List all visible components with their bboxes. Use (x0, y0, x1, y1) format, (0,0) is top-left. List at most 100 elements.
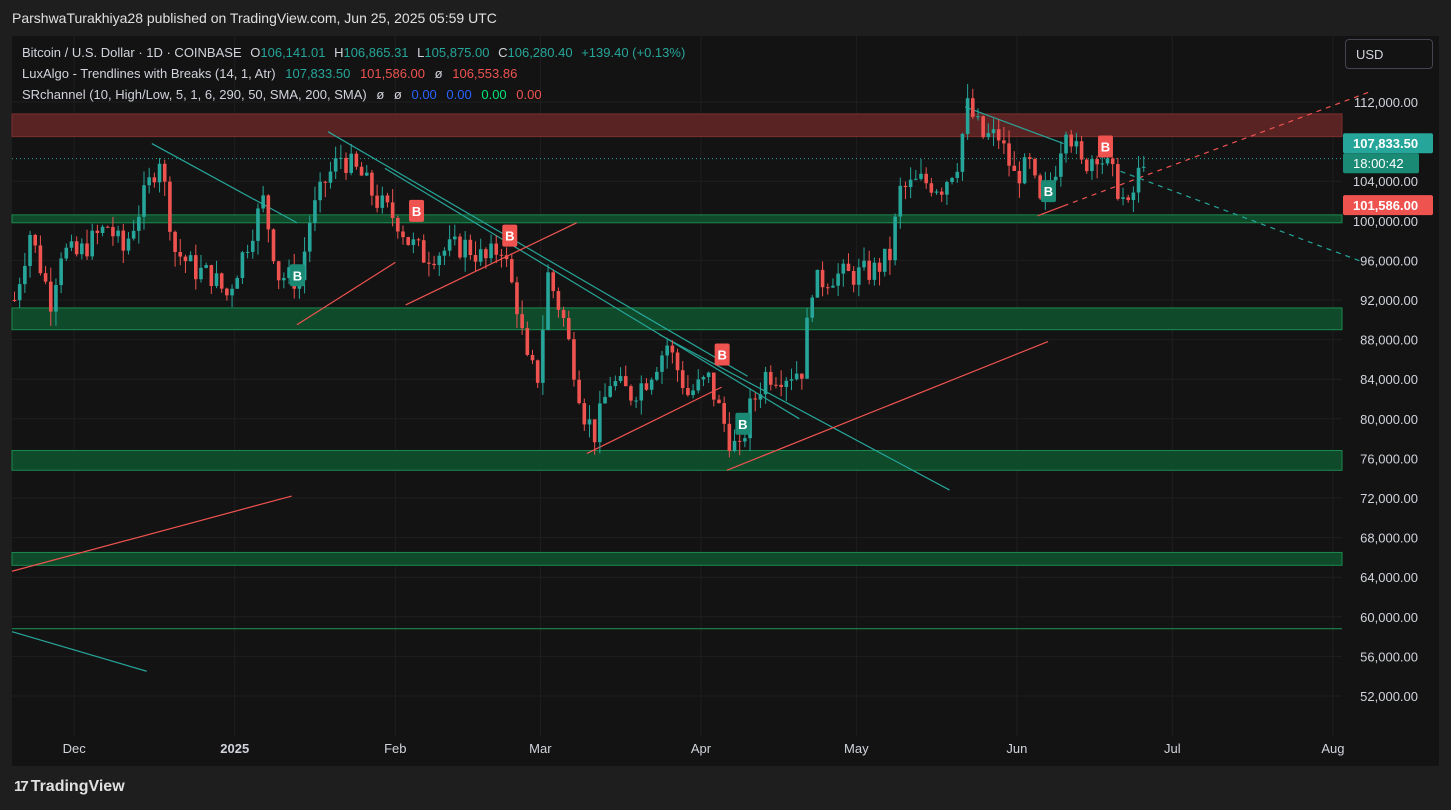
candle-body-up (608, 386, 612, 397)
time-axis-tick-label: Dec (63, 741, 87, 756)
countdown-label: 18:00:42 (1353, 156, 1404, 171)
candle-body-down (768, 371, 773, 385)
candle-body-down (515, 282, 519, 315)
indicator-value-4: 0.00 (446, 87, 472, 102)
candle-body-down (219, 273, 224, 289)
candle-body-down (800, 373, 804, 379)
price-axis-tick-label: 52,000.00 (1360, 689, 1418, 704)
candle-body-down (375, 195, 379, 208)
candle-body-up (587, 419, 592, 425)
candle-body-up (307, 222, 312, 252)
price-axis-tick-label: 100,000.00 (1353, 214, 1418, 229)
candle-body-up (898, 185, 903, 217)
price-axis-tick-label: 76,000.00 (1360, 451, 1418, 466)
price-axis-tick-label: 104,000.00 (1353, 174, 1418, 189)
candle-body-down (996, 129, 1001, 141)
candle-body-up (919, 173, 923, 179)
srchannel-legend[interactable]: SRchannel (10, High/Low, 5, 1, 6, 290, 5… (22, 87, 542, 102)
tradingview-logo[interactable]: 17 TradingView (14, 778, 125, 796)
low-value: 105,875.00 (424, 45, 490, 60)
candle-body-up (955, 171, 960, 178)
candle-body-up (706, 372, 711, 378)
candle-body-down (939, 191, 944, 195)
candle-body-up (318, 181, 322, 201)
candle-body-down (33, 234, 38, 246)
candle-body-down (359, 166, 364, 176)
candle-body-up (743, 438, 747, 442)
candle-body-down (1002, 140, 1006, 144)
break-marker-label: B (738, 417, 747, 432)
candle-body-up (1090, 159, 1094, 172)
candle-body-up (437, 255, 442, 266)
candle-body-down (1069, 134, 1074, 147)
candle-body-down (38, 245, 43, 274)
candle-body-down (173, 231, 177, 253)
price-axis-tick-label: 80,000.00 (1360, 412, 1418, 427)
candle-body-up (541, 329, 545, 383)
candle-body-down (525, 328, 530, 355)
candle-body-up (453, 236, 457, 240)
candle-body-up (1053, 176, 1058, 181)
candle-body-down (168, 181, 172, 232)
candle-body-up (649, 379, 654, 390)
candle-body-down (323, 181, 328, 183)
candle-body-up (613, 381, 618, 387)
candle-body-up (463, 239, 467, 258)
candle-body-down (877, 262, 882, 272)
candle-body-down (354, 153, 359, 167)
time-axis-background[interactable] (12, 736, 1342, 766)
candle-body-down (276, 261, 281, 281)
candle-body-down (774, 384, 778, 386)
candle-body-up (639, 383, 644, 401)
candle-body-down (577, 379, 581, 404)
candle-body-up (945, 182, 949, 195)
candle-body-up (380, 195, 385, 208)
candle-body-up (1022, 157, 1027, 184)
candle-body-up (660, 355, 664, 372)
candle-body-up (872, 262, 877, 280)
candle-body-up (1136, 167, 1141, 193)
price-axis-tick-label: 64,000.00 (1360, 570, 1418, 585)
candle-body-down (271, 229, 276, 262)
price-chart[interactable]: B B B B B B B 112,000.00 104,000.00 100,000.00 96… (0, 0, 1451, 810)
time-axis-tick-label: Feb (384, 741, 406, 756)
indicator-value-3: ø (434, 66, 443, 81)
candle-body-up (126, 238, 131, 251)
candle-body-up (235, 278, 240, 289)
candle-body-up (157, 163, 162, 183)
candle-body-up (986, 133, 991, 138)
candle-body-up (665, 345, 669, 356)
candle-body-up (1074, 141, 1079, 147)
candle-body-up (489, 243, 493, 259)
candle-body-down (427, 262, 431, 264)
candle-body-down (1116, 164, 1120, 199)
candle-body-down (1027, 157, 1032, 159)
candle-body-down (592, 419, 597, 443)
candle-body-up (1100, 163, 1105, 165)
indicator-value-3: 0.00 (411, 87, 437, 102)
candle-body-up (810, 297, 815, 318)
change-value: +139.40 (+0.13%) (581, 45, 686, 60)
candle-body-up (339, 157, 343, 159)
candle-body-down (981, 116, 985, 138)
indicator-name: LuxAlgo - Trendlines with Breaks (14, 1,… (22, 66, 276, 81)
candle-body-up (598, 403, 602, 443)
candle-body-up (784, 380, 789, 388)
break-marker-label: B (505, 229, 514, 244)
candle-body-down (111, 227, 115, 237)
candle-body-up (862, 260, 866, 268)
high-value: 106,865.31 (343, 45, 409, 60)
candle-body-down (1033, 158, 1037, 176)
candle-body-down (644, 383, 649, 390)
candle-body-up (857, 267, 861, 285)
candle-body-down (556, 291, 561, 310)
candle-body-up (328, 171, 333, 183)
candle-body-down (722, 403, 726, 424)
candle-body-up (934, 191, 939, 193)
currency-button[interactable]: USD (1345, 39, 1433, 69)
luxalgo-legend[interactable]: LuxAlgo - Trendlines with Breaks (14, 1,… (22, 66, 517, 81)
symbol-legend[interactable]: Bitcoin / U.S. Dollar · 1D · COINBASE O1… (22, 45, 685, 60)
candle-body-up (794, 373, 799, 380)
resistance-zone (11, 113, 1343, 138)
candle-body-up (1121, 197, 1125, 199)
